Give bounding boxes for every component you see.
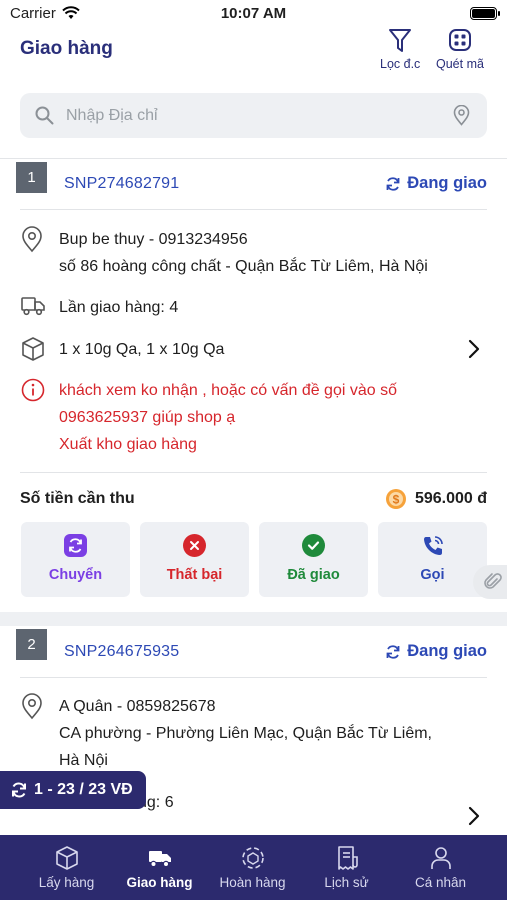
search-icon: [35, 106, 54, 125]
close-circle-icon: [183, 534, 206, 557]
order-index: 2: [16, 629, 47, 660]
tab-label: Giao hàng: [126, 875, 193, 890]
delivered-label: Đã giao: [287, 567, 340, 583]
note-line: 0963625937 giúp shop ạ: [59, 409, 236, 426]
status-bar: Carrier 10:07 AM: [0, 0, 507, 30]
order-code[interactable]: SNP264675935: [64, 643, 179, 661]
note-line: Xuất kho giao hàng: [59, 436, 197, 453]
failed-button[interactable]: Thất bại: [140, 522, 249, 597]
amount-label: Số tiền cần thu: [20, 490, 135, 507]
delivered-button[interactable]: Đã giao: [259, 522, 368, 597]
address-search-bar[interactable]: [20, 93, 487, 138]
address-search-input[interactable]: [64, 93, 444, 138]
refresh-icon: [12, 782, 26, 798]
divider: [0, 158, 507, 159]
amount-due: $ 596.000 đ: [385, 488, 487, 510]
paperclip-icon: [484, 573, 502, 589]
order-status-label: Đang giao: [407, 174, 487, 192]
check-circle-icon: [302, 534, 325, 557]
divider: [20, 472, 487, 473]
bottom-tab-bar: Lấy hàng Giao hàng Hoàn hàng Lịch sử Cá …: [0, 835, 507, 900]
scan-code-button[interactable]: Quét mã: [436, 28, 484, 71]
coin-icon: $: [385, 489, 406, 509]
divider: [20, 209, 487, 210]
box-icon: [56, 846, 78, 870]
phone-icon: [421, 534, 444, 557]
items-summary: 1 x 10g Qa, 1 x 10g Qa: [59, 341, 225, 358]
qr-scan-icon: [448, 29, 471, 51]
delivery-truck-icon: [21, 297, 45, 316]
info-icon: [21, 378, 45, 402]
location-pin-icon: [22, 226, 42, 253]
order-status: Đang giao: [385, 642, 487, 661]
tab-profile[interactable]: Cá nhân: [390, 835, 491, 900]
tab-label: Lấy hàng: [38, 875, 95, 890]
amount-value: 596.000 đ: [414, 490, 487, 507]
package-icon: [22, 337, 44, 361]
scan-label: Quét mã: [436, 57, 484, 71]
sync-icon: [386, 176, 400, 191]
customer-name-phone: A Quân - 0859825678: [59, 698, 216, 715]
call-label: Gọi: [420, 567, 445, 583]
clock: 10:07 AM: [220, 5, 287, 22]
page-title: Giao hàng: [20, 38, 113, 59]
order-status-label: Đang giao: [407, 642, 487, 660]
pager-text: 1 - 23 / 23 VĐ: [34, 781, 133, 798]
customer-address: Hà Nội: [59, 752, 108, 769]
transfer-icon: [64, 534, 87, 557]
attachment-button[interactable]: [473, 565, 507, 599]
tab-label: Cá nhân: [414, 875, 467, 890]
order-status: Đang giao: [385, 174, 487, 193]
tab-history[interactable]: Lịch sử: [296, 835, 397, 900]
filter-label: Lọc đ.c: [380, 57, 421, 71]
person-icon: [431, 847, 451, 869]
customer-address: số 86 hoàng công chất - Quận Bắc Từ Liêm…: [59, 258, 428, 275]
customer-name-phone: Bup be thuy - 0913234956: [59, 231, 248, 248]
location-pin-icon[interactable]: [453, 105, 470, 126]
history-icon: [338, 846, 358, 870]
chevron-right-icon[interactable]: [468, 806, 480, 826]
delivery-truck-icon: [149, 851, 171, 868]
svg-text:$: $: [393, 493, 400, 507]
divider: [20, 677, 487, 678]
tab-pickup[interactable]: Lấy hàng: [16, 835, 117, 900]
tab-delivery[interactable]: Giao hàng: [109, 835, 210, 900]
tab-label: Hoàn hàng: [219, 875, 286, 890]
tab-returns[interactable]: Hoàn hàng: [202, 835, 303, 900]
sync-icon: [386, 644, 400, 659]
location-pin-icon: [22, 693, 42, 720]
customer-address: CA phường - Phường Liên Mạc, Quận Bắc Từ…: [59, 725, 432, 742]
tab-label: Lịch sử: [324, 875, 369, 890]
card-separator: [0, 612, 507, 626]
attempts-label: Lần giao hàng: 4: [59, 299, 179, 316]
order-index: 1: [16, 162, 47, 193]
return-icon: [242, 847, 264, 869]
battery-icon: [470, 7, 500, 20]
filter-icon: [389, 29, 412, 52]
filter-address-button[interactable]: Lọc đ.c: [380, 28, 420, 71]
chevron-right-icon[interactable]: [468, 339, 480, 359]
failed-label: Thất bại: [166, 567, 223, 583]
order-code[interactable]: SNP274682791: [64, 175, 179, 193]
order-pager[interactable]: 1 - 23 / 23 VĐ: [0, 771, 146, 809]
transfer-button[interactable]: Chuyển: [21, 522, 130, 597]
note-line: khách xem ko nhận , hoặc có vấn đề gọi v…: [59, 382, 397, 399]
transfer-label: Chuyển: [48, 567, 103, 583]
call-button[interactable]: Gọi: [378, 522, 487, 597]
